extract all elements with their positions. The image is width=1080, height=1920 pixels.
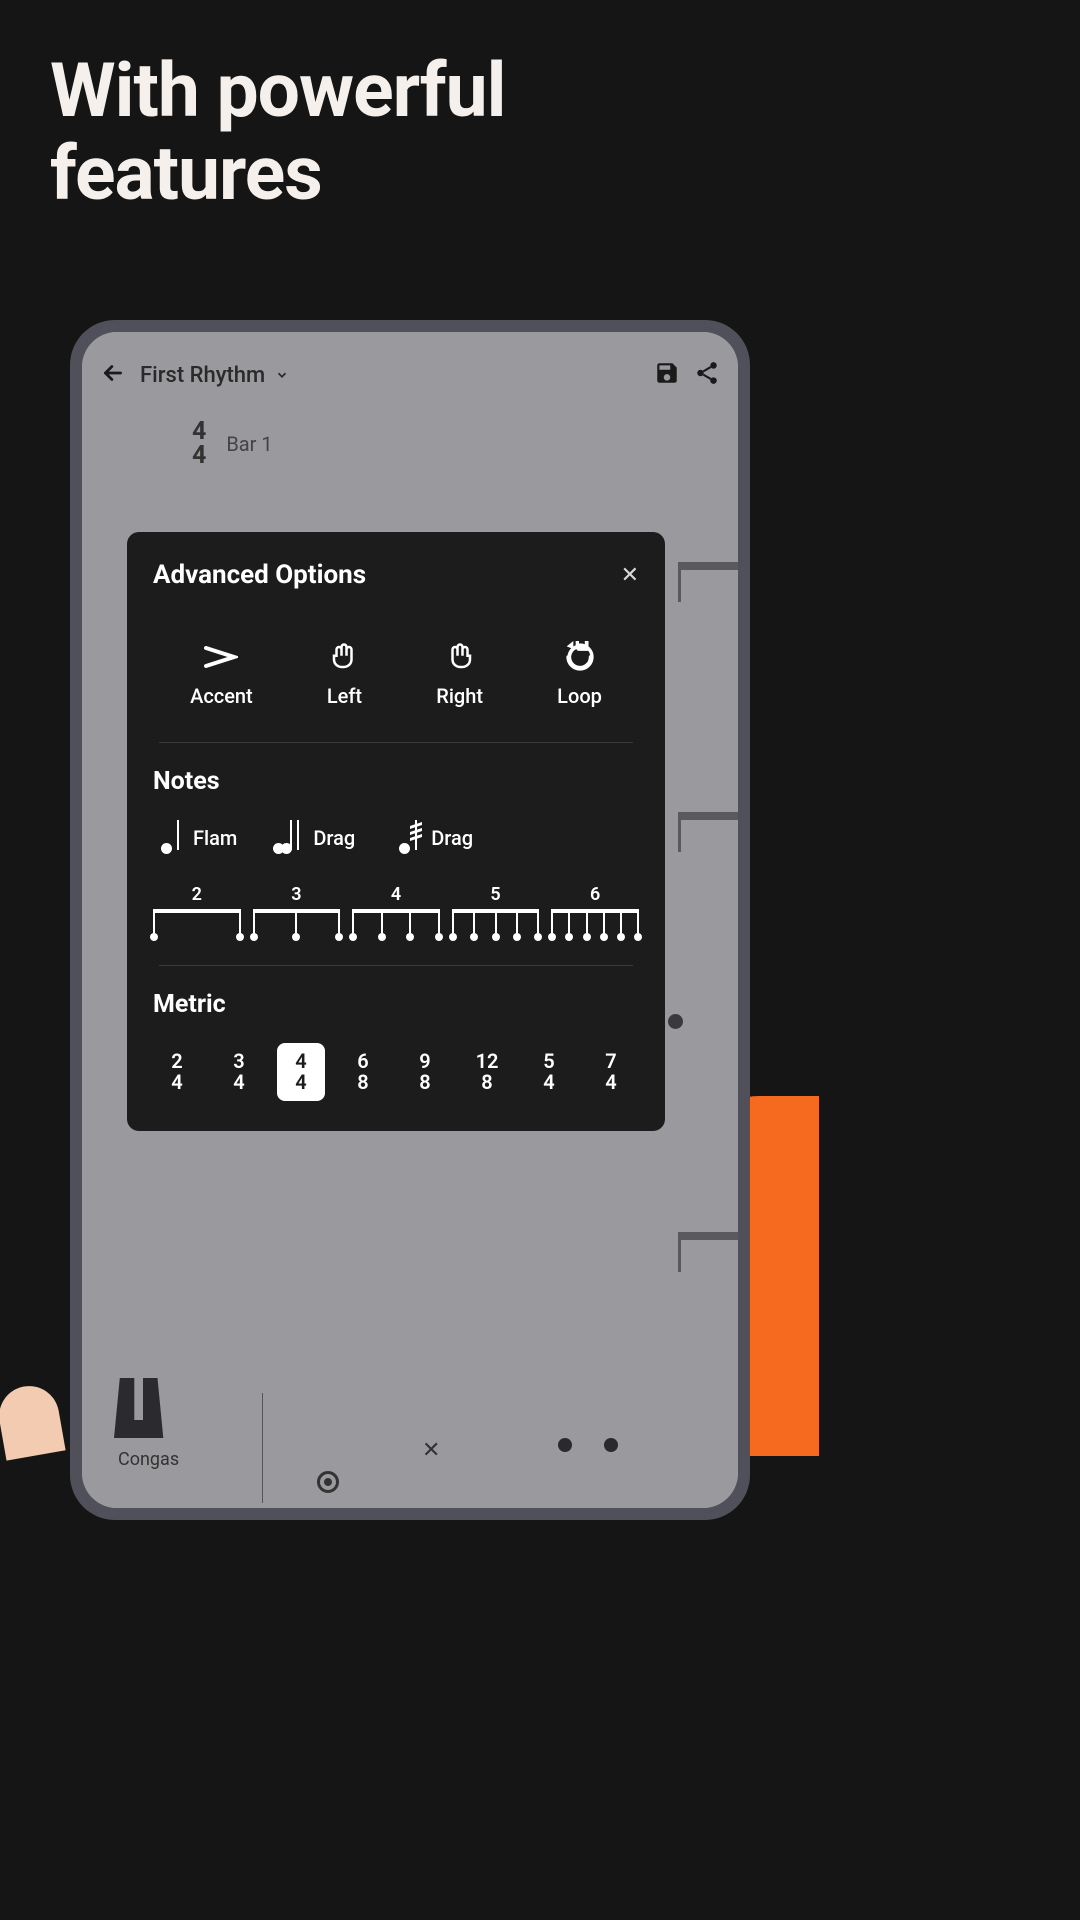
metric-bottom: 4 [171, 1072, 182, 1093]
bar-label: Bar 1 [226, 432, 272, 456]
loop-icon [563, 640, 597, 674]
action-label: Right [436, 684, 483, 708]
loop-button[interactable]: Loop [557, 640, 602, 708]
metric-bottom: 8 [357, 1072, 368, 1093]
barline [262, 1393, 263, 1503]
tuplet-beam-icon [153, 909, 241, 937]
phone-frame: First Rhythm 4 4 Bar 1 [70, 320, 750, 1520]
notation-beam [678, 562, 738, 602]
right-hand-button[interactable]: Right [436, 640, 483, 708]
metric-top: 12 [476, 1051, 499, 1072]
flam-icon [157, 820, 183, 856]
metric-3-4-button[interactable]: 34 [215, 1043, 263, 1101]
instrument-icon [114, 1378, 172, 1438]
advanced-options-modal: Advanced Options ✕ Accent Left [127, 532, 665, 1131]
divider [159, 965, 633, 966]
metric-top: 4 [295, 1051, 306, 1072]
drag-button[interactable]: Drag [277, 820, 355, 856]
action-label: Loop [557, 684, 602, 708]
note-dots[interactable] [558, 1438, 618, 1452]
tuplet-number: 6 [590, 884, 600, 905]
flam-button[interactable]: Flam [157, 820, 237, 856]
metric-9-8-button[interactable]: 98 [401, 1043, 449, 1101]
notation-note [668, 1014, 683, 1029]
metric-top: 5 [543, 1051, 554, 1072]
chevron-down-icon [275, 363, 289, 388]
app-title[interactable]: First Rhythm [140, 363, 289, 388]
metric-top: 7 [605, 1051, 616, 1072]
app-title-text: First Rhythm [140, 363, 265, 388]
orange-decoration [759, 1276, 819, 1456]
playhead-target-icon[interactable] [317, 1471, 339, 1493]
divider [159, 742, 633, 743]
metric-12-8-button[interactable]: 128 [463, 1043, 511, 1101]
accent-button[interactable]: Accent [190, 640, 253, 708]
note-type-label: Drag [431, 826, 473, 850]
instrument-label: Congas [118, 1449, 179, 1470]
metric-bottom: 8 [481, 1072, 492, 1093]
action-label: Accent [190, 684, 253, 708]
notation-beam [678, 1232, 738, 1272]
note-x[interactable]: ✕ [422, 1438, 440, 1463]
tuplet-number: 3 [291, 884, 301, 905]
metric-bottom: 4 [543, 1072, 554, 1093]
left-hand-button[interactable]: Left [327, 640, 362, 708]
metric-top: 2 [171, 1051, 182, 1072]
tuplet-number: 2 [192, 884, 202, 905]
metric-5-4-button[interactable]: 54 [525, 1043, 573, 1101]
metric-6-8-button[interactable]: 68 [339, 1043, 387, 1101]
tuplet-5-button[interactable]: 5 [452, 884, 540, 937]
time-sig-bottom: 4 [192, 444, 206, 468]
tuplet-4-button[interactable]: 4 [352, 884, 440, 937]
metric-top: 6 [357, 1051, 368, 1072]
notation-staff: ✕ [232, 1403, 738, 1483]
metric-top: 9 [419, 1051, 430, 1072]
note-type-label: Drag [313, 826, 355, 850]
metric-bottom: 4 [295, 1072, 306, 1093]
roll-drag-button[interactable]: Drag [395, 820, 473, 856]
metric-bottom: 4 [233, 1072, 244, 1093]
metric-7-4-button[interactable]: 74 [587, 1043, 635, 1101]
tuplet-3-button[interactable]: 3 [253, 884, 341, 937]
metric-top: 3 [233, 1051, 244, 1072]
tuplet-6-button[interactable]: 6 [551, 884, 639, 937]
phone-screen: First Rhythm 4 4 Bar 1 [82, 332, 738, 1508]
time-signature[interactable]: 4 4 [192, 420, 206, 468]
notes-section-title: Notes [153, 767, 639, 796]
tuplet-number: 4 [391, 884, 401, 905]
tuplet-beam-icon [352, 909, 440, 937]
metric-section-title: Metric [153, 990, 639, 1019]
metric-4-4-button[interactable]: 44 [277, 1043, 325, 1101]
action-label: Left [327, 684, 362, 708]
share-icon[interactable] [694, 360, 720, 390]
metric-bottom: 4 [605, 1072, 616, 1093]
save-icon[interactable] [654, 360, 680, 390]
metric-bottom: 8 [419, 1072, 430, 1093]
finger-decoration [0, 1381, 66, 1460]
headline: With powerful features [0, 0, 819, 215]
hand-right-icon [443, 640, 477, 674]
drag-icon [277, 820, 303, 856]
note-type-label: Flam [193, 826, 237, 850]
accent-icon [204, 640, 238, 674]
tuplet-beam-icon [452, 909, 540, 937]
close-icon[interactable]: ✕ [621, 563, 639, 588]
roll-drag-icon [395, 820, 421, 856]
tuplet-2-button[interactable]: 2 [153, 884, 241, 937]
hand-left-icon [327, 640, 361, 674]
tuplet-beam-icon [551, 909, 639, 937]
tuplet-number: 5 [490, 884, 500, 905]
back-icon[interactable] [100, 360, 126, 390]
metric-2-4-button[interactable]: 24 [153, 1043, 201, 1101]
modal-title: Advanced Options [153, 560, 366, 590]
notation-beam [678, 812, 738, 852]
tuplet-beam-icon [253, 909, 341, 937]
